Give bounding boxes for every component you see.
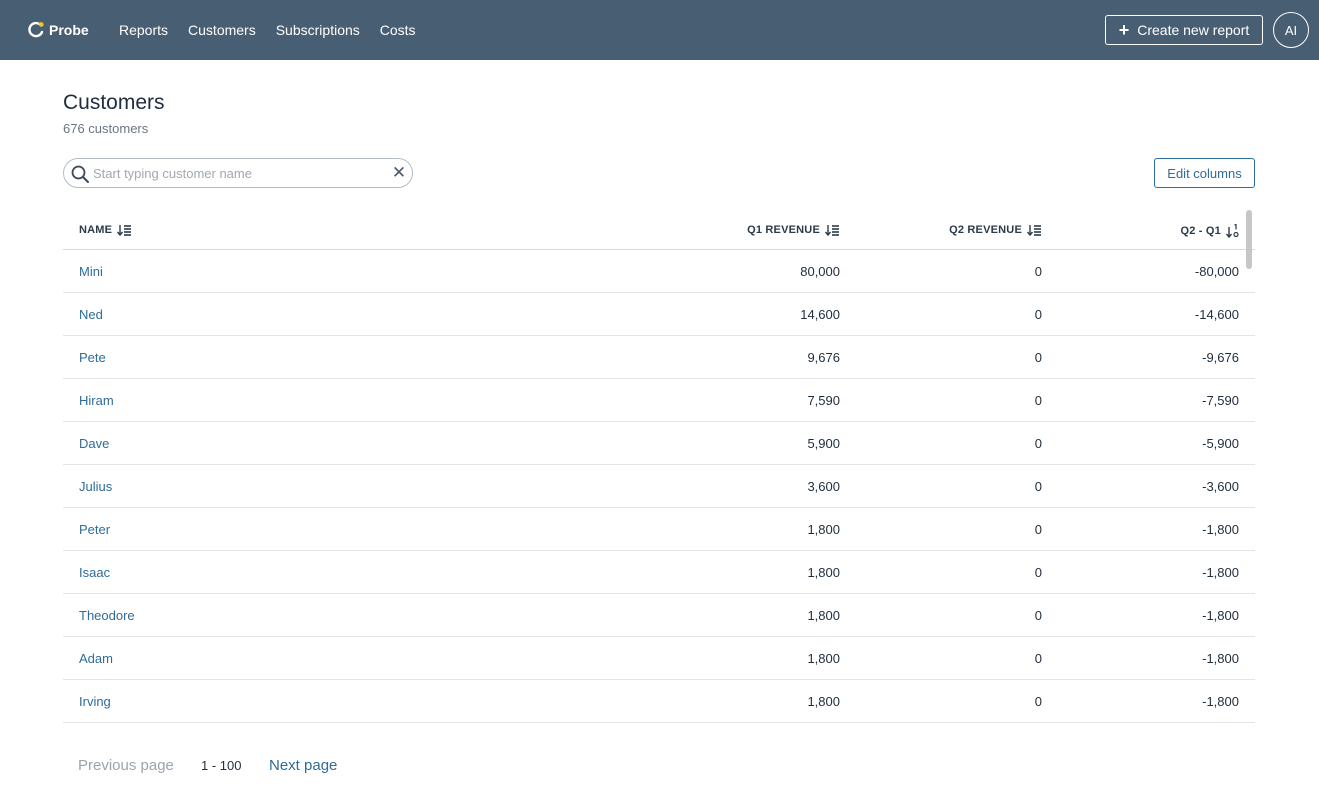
q1-revenue-cell: 80,000: [800, 264, 840, 279]
create-new-report-label: Create new report: [1137, 22, 1250, 38]
q2-minus-q1-cell: -1,800: [1202, 608, 1239, 623]
q2-minus-q1-cell: -14,600: [1194, 307, 1239, 322]
table-body: Mini 80,000 0 -80,000 Ned 14,600 0 -14,600 Pete 9…: [63, 250, 1255, 723]
q2-revenue-cell: 0: [1034, 307, 1042, 322]
sort-numeric-icon: [1226, 224, 1239, 238]
previous-page-button[interactable]: Previous page: [78, 757, 174, 774]
table-scrollbar[interactable]: [1246, 210, 1252, 269]
q2-revenue-cell: 0: [1034, 522, 1042, 537]
sort-descending-icon: [825, 225, 839, 236]
q2-minus-q1-cell: -1,800: [1202, 694, 1239, 709]
nav-item-costs[interactable]: Costs: [380, 21, 416, 39]
search-icon: [71, 165, 89, 183]
customer-name-link[interactable]: Mini: [79, 264, 103, 279]
q1-revenue-cell: 1,800: [807, 565, 840, 580]
next-page-button[interactable]: Next page: [269, 757, 337, 774]
q2-revenue-cell: 0: [1034, 479, 1042, 494]
table-header: NAME Q1 REVENUE Q2 REVENUE Q2 - Q1: [63, 210, 1255, 250]
nav-item-customers[interactable]: Customers: [188, 21, 256, 39]
pagination: Previous page 1 - 100 Next page: [0, 757, 1319, 779]
column-header-label: Q2 - Q1: [1180, 225, 1221, 237]
q2-minus-q1-cell: -1,800: [1202, 522, 1239, 537]
page-title: Customers: [63, 91, 165, 114]
avatar[interactable]: AI: [1273, 12, 1309, 48]
customer-name-link[interactable]: Ned: [79, 307, 103, 322]
app-logo[interactable]: Probe: [27, 20, 89, 40]
app-name: Probe: [49, 22, 89, 38]
q2-revenue-cell: 0: [1034, 565, 1042, 580]
q1-revenue-cell: 14,600: [800, 307, 840, 322]
column-header-label: Q1 REVENUE: [747, 224, 820, 236]
q1-revenue-cell: 9,676: [807, 350, 840, 365]
table-row: Ned 14,600 0 -14,600: [63, 293, 1255, 336]
q2-revenue-cell: 0: [1034, 608, 1042, 623]
edit-columns-button[interactable]: Edit columns: [1154, 158, 1255, 188]
q2-minus-q1-cell: -5,900: [1202, 436, 1239, 451]
nav-item-reports[interactable]: Reports: [119, 21, 168, 39]
table-row: Pete 9,676 0 -9,676: [63, 336, 1255, 379]
customer-name-link[interactable]: Theodore: [79, 608, 135, 623]
q2-revenue-cell: 0: [1034, 393, 1042, 408]
q2-minus-q1-cell: -3,600: [1202, 479, 1239, 494]
main-nav: Reports Customers Subscriptions Costs: [119, 21, 436, 39]
table-row: Peter 1,800 0 -1,800: [63, 508, 1255, 551]
table-row: Irving 1,800 0 -1,800: [63, 680, 1255, 723]
q1-revenue-cell: 1,800: [807, 608, 840, 623]
table-row: Theodore 1,800 0 -1,800: [63, 594, 1255, 637]
customer-name-link[interactable]: Irving: [79, 694, 111, 709]
create-new-report-button[interactable]: + Create new report: [1105, 15, 1263, 45]
table-row: Isaac 1,800 0 -1,800: [63, 551, 1255, 594]
column-header-label: NAME: [79, 224, 113, 236]
customer-name-link[interactable]: Dave: [79, 436, 109, 451]
customer-name-link[interactable]: Isaac: [79, 565, 110, 580]
q2-revenue-cell: 0: [1034, 350, 1042, 365]
table-row: Dave 5,900 0 -5,900: [63, 422, 1255, 465]
q2-revenue-cell: 0: [1034, 694, 1042, 709]
sort-descending-icon: [117, 225, 132, 236]
nav-item-subscriptions[interactable]: Subscriptions: [276, 21, 360, 39]
q2-revenue-cell: 0: [1034, 264, 1042, 279]
plus-icon: +: [1118, 20, 1130, 40]
table-row: Adam 1,800 0 -1,800: [63, 637, 1255, 680]
customer-name-link[interactable]: Hiram: [79, 393, 114, 408]
q1-revenue-cell: 1,800: [807, 522, 840, 537]
q2-minus-q1-cell: -1,800: [1202, 565, 1239, 580]
customer-name-link[interactable]: Peter: [79, 522, 110, 537]
close-icon[interactable]: ✕: [390, 164, 408, 182]
table-row: Julius 3,600 0 -3,600: [63, 465, 1255, 508]
customers-table: NAME Q1 REVENUE Q2 REVENUE Q2 - Q1 Mini …: [63, 210, 1255, 723]
table-row: Mini 80,000 0 -80,000: [63, 250, 1255, 293]
probe-logo-icon: [28, 21, 44, 38]
page-range: 1 - 100: [201, 758, 242, 773]
column-header-label: Q2 REVENUE: [949, 224, 1022, 236]
top-navigation-bar: Probe Reports Customers Subscriptions Co…: [0, 0, 1319, 60]
column-header-q1-revenue[interactable]: Q1 REVENUE: [747, 224, 840, 236]
search-input[interactable]: [93, 160, 383, 186]
customer-name-link[interactable]: Julius: [79, 479, 112, 494]
q2-minus-q1-cell: -9,676: [1202, 350, 1239, 365]
customer-name-link[interactable]: Adam: [79, 651, 113, 666]
q1-revenue-cell: 5,900: [807, 436, 840, 451]
customer-name-link[interactable]: Pete: [79, 350, 106, 365]
table-row: Hiram 7,590 0 -7,590: [63, 379, 1255, 422]
q1-revenue-cell: 1,800: [807, 694, 840, 709]
q2-minus-q1-cell: -80,000: [1194, 264, 1239, 279]
column-header-q2-revenue[interactable]: Q2 REVENUE: [949, 224, 1042, 236]
column-header-name[interactable]: NAME: [79, 224, 132, 236]
column-header-q2-minus-q1[interactable]: Q2 - Q1: [1180, 224, 1239, 238]
sort-descending-icon: [1027, 225, 1041, 236]
customer-count: 676 customers: [63, 121, 149, 136]
q2-minus-q1-cell: -1,800: [1202, 651, 1239, 666]
q1-revenue-cell: 7,590: [807, 393, 840, 408]
customer-search: ✕: [63, 158, 413, 188]
q2-minus-q1-cell: -7,590: [1202, 393, 1239, 408]
q1-revenue-cell: 3,600: [807, 479, 840, 494]
q1-revenue-cell: 1,800: [807, 651, 840, 666]
q2-revenue-cell: 0: [1034, 651, 1042, 666]
q2-revenue-cell: 0: [1034, 436, 1042, 451]
